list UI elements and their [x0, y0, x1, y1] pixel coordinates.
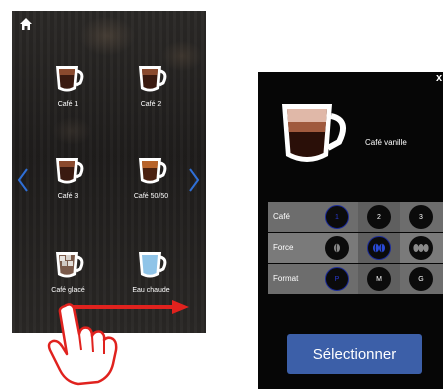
option-cafe-3[interactable]: 3	[409, 205, 433, 229]
option-value: P	[334, 275, 340, 283]
home-icon[interactable]	[19, 17, 33, 31]
option-format-m[interactable]: M	[367, 267, 391, 291]
option-value: 3	[419, 213, 423, 221]
coffee-cup-icon	[56, 66, 84, 92]
drink-label: Café glacé	[51, 287, 85, 294]
drink-tile-cafe-1[interactable]: Café 1	[33, 63, 103, 108]
drink-menu-screen: Café 1 Café 2 Café 3 Café 50/50 Café gla…	[12, 11, 206, 333]
chevron-right-icon[interactable]	[187, 167, 201, 193]
coffee-cup-icon	[139, 158, 167, 184]
drink-label: Café 50/50	[133, 193, 169, 200]
drink-tile-cafe-glace[interactable]: Café glacé	[33, 249, 103, 294]
coffee-cup-icon	[139, 66, 167, 92]
chevron-left-icon[interactable]	[16, 167, 30, 193]
drink-label: Café 3	[57, 193, 79, 200]
hand-pointer-icon	[47, 303, 118, 386]
drink-tile-eau-chaude[interactable]: Eau chaude	[116, 249, 186, 294]
drink-tile-cafe-3[interactable]: Café 3	[33, 155, 103, 200]
drink-label: Café 2	[140, 101, 162, 108]
drink-tile-cafe-2[interactable]: Café 2	[116, 63, 186, 108]
option-cafe-1[interactable]: 1	[325, 205, 349, 229]
option-label: Café	[273, 212, 290, 221]
option-cafe-2[interactable]: 2	[367, 205, 391, 229]
drink-name: Café vanille	[365, 138, 407, 147]
drink-tile-cafe-50-50[interactable]: Café 50/50	[116, 155, 186, 200]
option-value: 2	[377, 213, 381, 221]
coffee-cup-icon	[56, 158, 84, 184]
option-format-p[interactable]: P	[325, 267, 349, 291]
option-row-force: Force	[268, 233, 443, 263]
coffee-beans-icon	[413, 244, 429, 252]
option-label: Format	[273, 274, 299, 283]
select-button[interactable]: Sélectionner	[287, 334, 422, 374]
close-button[interactable]: x	[436, 72, 442, 84]
option-row-cafe: Café 1 2 3	[268, 202, 443, 232]
option-force-strong[interactable]	[409, 236, 433, 260]
option-value: G	[418, 275, 424, 283]
drink-label: Eau chaude	[132, 287, 170, 294]
hot-water-cup-icon	[139, 252, 167, 278]
option-force-medium[interactable]	[367, 236, 391, 260]
option-value: M	[376, 275, 382, 283]
drink-label: Café 1	[57, 101, 79, 108]
coffee-beans-icon	[373, 243, 385, 253]
option-format-g[interactable]: G	[409, 267, 433, 291]
vanilla-coffee-cup-icon	[282, 104, 347, 162]
iced-coffee-cup-icon	[56, 252, 84, 278]
option-label: Force	[273, 243, 294, 252]
drink-detail-screen: x Café vanille Café 1 2 3 Force Format P…	[258, 72, 443, 389]
option-force-light[interactable]	[325, 236, 349, 260]
option-row-format: Format P M G	[268, 264, 443, 294]
coffee-bean-icon	[334, 243, 340, 253]
option-value: 1	[335, 213, 339, 221]
